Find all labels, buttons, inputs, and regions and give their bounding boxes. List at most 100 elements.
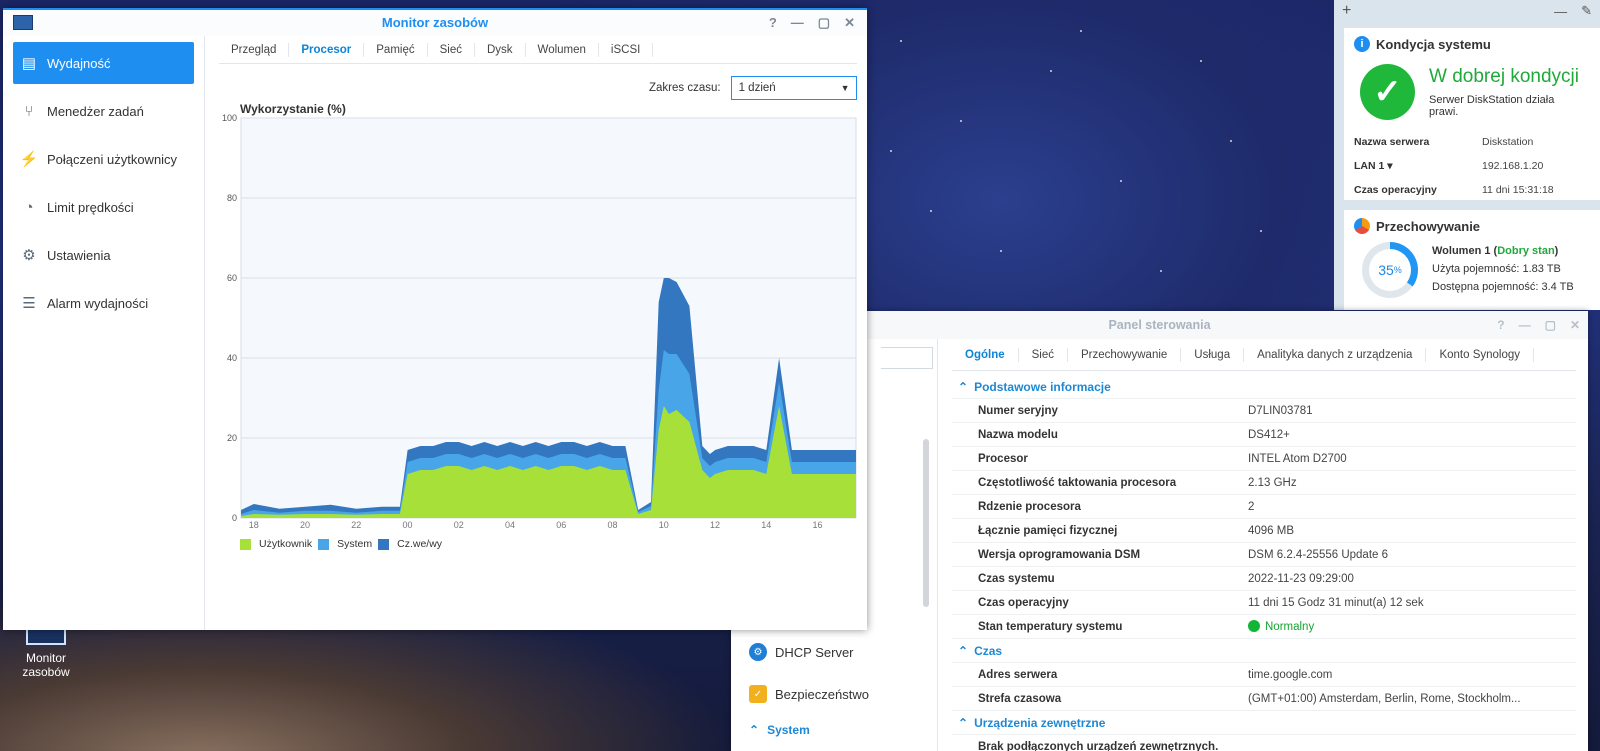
minimize-icon[interactable]: —	[791, 10, 804, 36]
volume-end: )	[1554, 245, 1559, 257]
sidebar-section-label: System	[767, 723, 810, 737]
info-value: DSM 6.2.4-25556 Update 6	[1248, 548, 1389, 561]
legend-item-io[interactable]: Cz.we/wy	[378, 538, 442, 550]
sidebar-item-performance[interactable]: ▤ Wydajność	[13, 42, 194, 84]
info-key: Brak podłączonych urządzeń zewnętrznych.	[978, 740, 1219, 751]
info-value: 2022-11-23 09:29:00	[1248, 572, 1354, 585]
cpu-usage-chart: 0 20 40 60 80 100 18 20 22 00 02 04 06 08 10 12 14 16	[222, 114, 857, 530]
tab-network[interactable]: Sieć	[1019, 347, 1068, 362]
info-key: Rdzenie procesora	[978, 500, 1081, 513]
check-icon: ✓	[1360, 64, 1416, 120]
tab-general[interactable]: Ogólne	[952, 347, 1019, 362]
info-row: Rdzenie procesora 2	[952, 495, 1576, 519]
legend-label: Cz.we/wy	[397, 538, 443, 550]
sidebar-item-label: Menedżer zadań	[47, 103, 144, 119]
pin-icon[interactable]: ✎	[1581, 3, 1592, 19]
minimize-icon[interactable]: —	[1554, 4, 1567, 19]
legend-swatch	[318, 538, 330, 550]
info-row: Numer seryjny D7LIN03781	[952, 399, 1576, 423]
close-icon[interactable]: ✕	[844, 10, 855, 36]
section-header-time[interactable]: ⌃ Czas	[952, 639, 1576, 663]
tab-synology-account[interactable]: Konto Synology	[1426, 347, 1535, 362]
help-icon[interactable]: ?	[769, 10, 777, 36]
time-range-select[interactable]: 1 dzień ▼	[730, 76, 857, 100]
y-tick-label: 60	[227, 273, 237, 283]
help-icon[interactable]: ?	[1497, 311, 1504, 339]
time-range-value: 1 dzień	[738, 82, 776, 94]
monitor-tabs: Przegląd Procesor Pamięć Sieć Dysk Wolum…	[219, 36, 857, 64]
task-manager-icon: ⑂	[24, 102, 34, 120]
desktop-icon-label-2: zasobów	[22, 665, 70, 679]
info-value: 2	[1248, 500, 1255, 513]
x-tick-label: 16	[813, 520, 823, 530]
used-capacity: Użyta pojemność: 1.83 TB	[1432, 263, 1561, 275]
sidebar-item-speed-limit[interactable]: ◔ Limit prędkości	[13, 186, 194, 228]
tab-overview[interactable]: Przegląd	[219, 42, 290, 57]
sidebar-scrollbar[interactable]	[923, 439, 929, 607]
info-key: Procesor	[978, 452, 1028, 465]
info-row: Czas systemu 2022-11-23 09:29:00	[952, 567, 1576, 591]
section-header-basic[interactable]: ⌃ Podstawowe informacje	[952, 375, 1576, 399]
add-widget-icon[interactable]: +	[1342, 2, 1351, 20]
y-tick-label: 20	[227, 433, 237, 443]
sidebar-item-label: Wydajność	[47, 55, 111, 71]
sidebar-section-system[interactable]: ⌃ System	[749, 723, 810, 737]
health-status: W dobrej kondycji	[1429, 66, 1579, 87]
legend-item-system[interactable]: System	[318, 538, 372, 550]
info-list: ⌃ Podstawowe informacje Numer seryjny D7LI…	[952, 375, 1576, 751]
legend-item-user[interactable]: Użytkownik	[240, 538, 312, 550]
legend-label: System	[337, 538, 373, 550]
tab-iscsi[interactable]: iSCSI	[599, 42, 654, 57]
x-tick-label: 06	[556, 520, 566, 530]
shield-icon: ✓	[749, 685, 767, 703]
time-range-label: Zakres czasu:	[649, 82, 721, 94]
tab-disk[interactable]: Dysk	[475, 42, 526, 57]
tab-service[interactable]: Usługa	[1181, 347, 1245, 362]
close-icon[interactable]: ✕	[1570, 311, 1580, 339]
widgets-panel: + — ✎ i Kondycja systemu ✓ W dobrej kondy…	[1334, 0, 1600, 310]
tab-storage[interactable]: Przechowywanie	[1068, 347, 1182, 362]
info-row: Częstotliwość taktowania procesora 2.13 G…	[952, 471, 1576, 495]
sidebar-item-security[interactable]: ✓ Bezpieczeństwo	[749, 685, 869, 703]
health-message: Serwer DiskStation działa prawi.	[1429, 94, 1555, 118]
kv-value: Diskstation	[1482, 136, 1534, 148]
sidebar-item-performance-alarm[interactable]: ☰ Alarm wydajności	[13, 282, 194, 324]
sidebar-item-settings[interactable]: ⚙ Ustawienia	[13, 234, 194, 276]
kv-value: 11 dni 15:31:18	[1482, 184, 1554, 196]
temperature-status: Normalny	[1265, 621, 1315, 633]
tab-volume[interactable]: Wolumen	[526, 42, 599, 57]
sidebar-item-label: DHCP Server	[775, 644, 854, 660]
info-key: Wersja oprogramowania DSM	[978, 548, 1141, 561]
resource-monitor-app-icon	[13, 15, 33, 30]
list-alarm-icon: ☰	[22, 295, 36, 312]
maximize-icon[interactable]: ▢	[818, 10, 830, 36]
x-tick-label: 22	[351, 520, 361, 530]
x-tick-label: 04	[505, 520, 515, 530]
storage-percent: 35	[1378, 262, 1394, 278]
info-row: Nazwa modelu DS412+	[952, 423, 1576, 447]
info-key: Nazwa modelu	[978, 428, 1058, 441]
storage-percent-sign: %	[1393, 265, 1402, 275]
section-header-external[interactable]: ⌃ Urządzenia zewnętrzne	[952, 711, 1576, 735]
info-key: Częstotliwość taktowania procesora	[978, 476, 1177, 489]
maximize-icon[interactable]: ▢	[1545, 311, 1556, 339]
info-value: DS412+	[1248, 428, 1290, 441]
tab-memory[interactable]: Pamięć	[364, 42, 428, 57]
search-input[interactable]	[881, 347, 933, 369]
system-health-widget: i Kondycja systemu ✓ W dobrej kondycji Se…	[1344, 28, 1600, 200]
widget-title: Kondycja systemu	[1376, 36, 1491, 52]
speed-limit-icon: ◔	[24, 198, 34, 216]
legend-label: Użytkownik	[259, 538, 313, 550]
lan-dropdown[interactable]: LAN 1 ▾	[1354, 160, 1482, 172]
sidebar-item-dhcp[interactable]: ⚙ DHCP Server	[749, 643, 854, 661]
sidebar-item-connected-users[interactable]: ⚡ Połączeni użytkownicy	[13, 138, 194, 180]
sidebar-item-task-manager[interactable]: ⑂ Menedżer zadań	[13, 90, 194, 132]
x-tick-label: 08	[608, 520, 618, 530]
free-capacity: Dostępna pojemność: 3.4 TB	[1432, 281, 1574, 293]
kv-key: Czas operacyjny	[1354, 184, 1437, 196]
minimize-icon[interactable]: —	[1519, 311, 1531, 339]
widget-title: Przechowywanie	[1376, 218, 1481, 234]
tab-analytics[interactable]: Analityka danych z urządzenia	[1244, 347, 1427, 362]
tab-cpu[interactable]: Procesor	[289, 42, 365, 57]
tab-network[interactable]: Sieć	[428, 42, 475, 57]
